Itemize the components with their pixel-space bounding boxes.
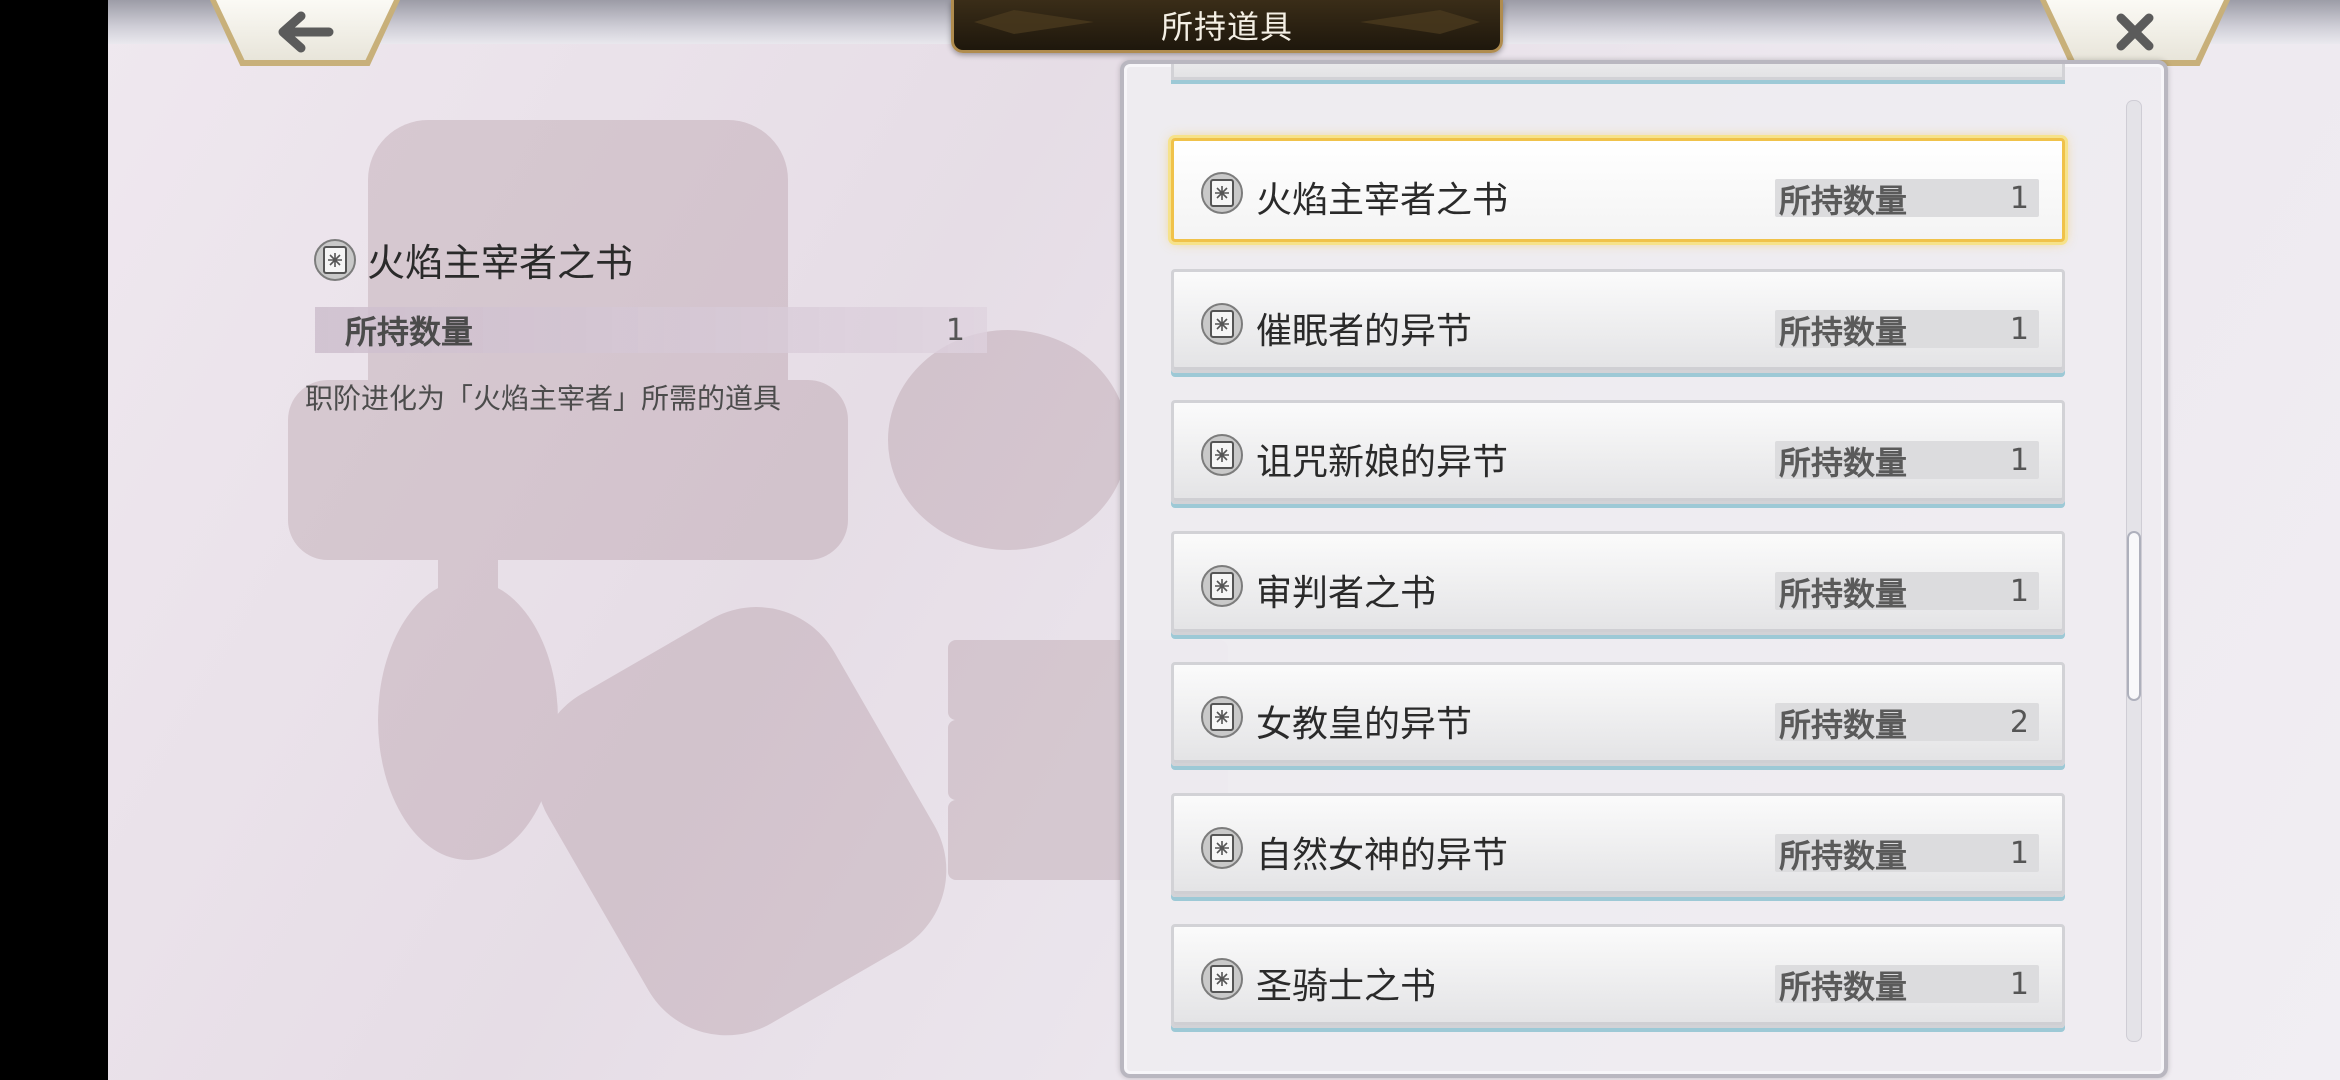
list-item-name: 火焰主宰者之书 [1256,180,1509,221]
item-detail: 火焰主宰者之书 所持数量 1 职阶进化为「火焰主宰者」所需的道具 [305,232,1093,417]
list-item-quantity: 所持数量 1 [1775,441,2039,482]
quantity-value: 1 [2009,181,2029,216]
close-button[interactable] [2040,0,2230,66]
list-item[interactable]: 催眠者的异节 所持数量 1 [1171,269,2065,373]
list-item-name: 催眠者的异节 [1256,311,1473,352]
quantity-label: 所持数量 [1779,968,1908,1006]
list-item-quantity: 所持数量 1 [1775,965,2039,1006]
book-icon [1201,434,1243,476]
list-item[interactable]: 诅咒新娘的异节 所持数量 1 [1171,400,2065,504]
book-icon [1201,827,1243,869]
list-item-partial[interactable] [1171,64,2065,80]
quantity-label: 所持数量 [1779,182,1908,220]
book-icon [1201,696,1243,738]
detail-description: 职阶进化为「火焰主宰者」所需的道具 [305,382,782,415]
quantity-value: 2 [2009,705,2029,740]
list-item[interactable]: 女教皇的异节 所持数量 2 [1171,662,2065,766]
list-item[interactable]: 自然女神的异节 所持数量 1 [1171,793,2065,897]
quantity-value: 1 [2009,312,2029,347]
item-screen: 所持道具 火焰主宰者之书 所持数量 1 职阶进化为「火焰主宰者」所需的道具 火焰… [108,0,2340,1080]
quantity-label: 所持数量 [1779,313,1908,351]
scrollbar[interactable] [2126,100,2142,1042]
detail-quantity-label: 所持数量 [345,313,474,351]
detail-item-name: 火焰主宰者之书 [367,241,634,285]
book-icon [1201,303,1243,345]
quantity-value: 1 [2009,443,2029,478]
quantity-label: 所持数量 [1779,575,1908,613]
page-title: 所持道具 [1160,8,1293,46]
list-item-name: 审判者之书 [1256,573,1437,614]
close-icon [2116,13,2154,51]
list-item[interactable]: 审判者之书 所持数量 1 [1171,531,2065,635]
list-item-name: 圣骑士之书 [1256,966,1437,1007]
back-button[interactable] [210,0,400,66]
page-title-plate: 所持道具 [951,0,1503,53]
list-item[interactable]: 圣骑士之书 所持数量 1 [1171,924,2065,1028]
quantity-label: 所持数量 [1779,444,1908,482]
book-icon [1201,565,1243,607]
list-item-name: 女教皇的异节 [1256,704,1473,745]
quantity-label: 所持数量 [1779,837,1908,875]
book-icon [1201,958,1243,1000]
list-item-quantity: 所持数量 1 [1775,179,2039,220]
list-item-quantity: 所持数量 1 [1775,310,2039,351]
list-item-quantity: 所持数量 1 [1775,834,2039,875]
book-icon [1201,172,1243,214]
quantity-value: 1 [2009,836,2029,871]
list-item-name: 诅咒新娘的异节 [1256,442,1509,483]
quantity-value: 1 [2009,574,2029,609]
list-item-name: 自然女神的异节 [1256,835,1509,876]
arrow-left-icon [278,11,334,53]
scrollbar-thumb[interactable] [2127,531,2141,701]
ornament-icon [1360,10,1480,34]
detail-quantity-bar: 所持数量 1 [315,307,987,353]
book-icon [314,238,356,281]
list-item-quantity: 所持数量 2 [1775,703,2039,744]
quantity-value: 1 [2009,967,2029,1002]
quantity-label: 所持数量 [1779,706,1908,744]
item-list-panel[interactable]: 火焰主宰者之书 所持数量 1 催眠者的异节 所持数量 1 诅咒新娘的异节 所持数… [1120,60,2168,1078]
list-item[interactable]: 火焰主宰者之书 所持数量 1 [1171,138,2065,242]
detail-quantity-value: 1 [945,312,965,348]
ornament-icon [974,10,1094,34]
list-item-quantity: 所持数量 1 [1775,572,2039,613]
